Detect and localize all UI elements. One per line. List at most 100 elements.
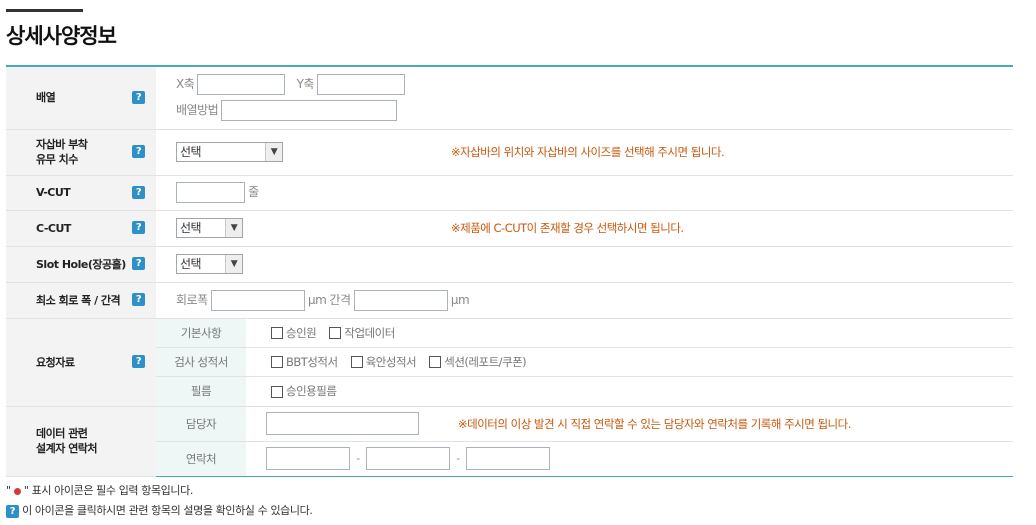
- help-icon[interactable]: ?: [132, 221, 145, 234]
- required-legend: " " 표시 아이콘은 필수 입력 항목입니다.: [6, 482, 193, 498]
- help-icon[interactable]: ?: [132, 145, 145, 158]
- row-header: 최소 회로 폭 / 간격 ?: [6, 282, 156, 319]
- row-circuit: 최소 회로 폭 / 간격 ? 회로폭 μm 간격 μm: [6, 282, 1013, 319]
- row-value: X축 Y축 배열방법: [156, 66, 1013, 130]
- circuit-width-input[interactable]: [210, 289, 305, 311]
- required-dot-icon: [13, 487, 21, 495]
- help-legend: ? 이 아이콘을 클릭하시면 관련 항목의 설명을 확인하실 수 있습니다.: [6, 502, 313, 518]
- row-label: 요청자료: [36, 355, 75, 369]
- checkbox-work-data[interactable]: 작업데이터: [329, 325, 395, 340]
- checkbox-label: 육안성적서: [365, 354, 417, 369]
- row-designer-manager: 데이터 관련 설계자 연락처 담당자 ※데이터의 이상 발견 시 직접 연락할 …: [6, 406, 1013, 477]
- x-axis-input[interactable]: [197, 74, 286, 96]
- help-icon[interactable]: ?: [132, 355, 145, 368]
- row-vcut: V-CUT ? 줄: [6, 175, 1013, 211]
- row-array: 배열 ? X축 Y축 배열방법: [6, 66, 1013, 130]
- checkbox-label: BBT성적서: [286, 354, 338, 369]
- phone-separator: -: [356, 451, 360, 465]
- help-icon[interactable]: ?: [132, 293, 145, 306]
- y-axis-input[interactable]: [317, 74, 406, 96]
- x-axis-label: X축: [176, 77, 195, 92]
- sub-label-basic: 기본사항: [156, 318, 246, 348]
- row-designer-contact: 연락처 - -: [6, 441, 1013, 476]
- row-value: 선택 ▼: [156, 246, 1013, 283]
- row-header: V-CUT ?: [6, 175, 156, 211]
- checkbox-bbt[interactable]: BBT성적서: [271, 355, 338, 369]
- row-label-line1: 데이터 관련: [36, 427, 88, 440]
- checkbox-section[interactable]: 섹션(레포트/쿠폰): [429, 355, 527, 369]
- checkbox-box[interactable]: [329, 327, 342, 339]
- checkbox-approval-film[interactable]: 승인용필름: [271, 384, 337, 398]
- row-slot-hole: Slot Hole(장공홀) ? 선택 ▼: [6, 246, 1013, 283]
- array-method-label: 배열방법: [176, 103, 219, 118]
- page-title: 상세사양정보: [6, 24, 117, 48]
- circuit-gap-unit: μm: [450, 292, 470, 307]
- checkbox-box[interactable]: [271, 327, 283, 339]
- chevron-down-icon: ▼: [225, 219, 242, 237]
- vcut-unit: 줄: [248, 185, 259, 199]
- slot-select-value: 선택: [180, 257, 202, 271]
- circuit-width-label: 회로폭: [176, 292, 208, 307]
- legend-prefix: ": [6, 484, 11, 497]
- sub-label-report: 검사 성적서: [156, 347, 246, 377]
- ccut-select-value: 선택: [180, 221, 202, 235]
- checkbox-visual[interactable]: 육안성적서: [350, 354, 417, 369]
- circuit-gap-label: 간격: [329, 292, 351, 307]
- checkbox-label: 승인원: [286, 325, 317, 340]
- help-icon[interactable]: ?: [132, 185, 145, 199]
- row-header: 요청자료 ?: [6, 318, 156, 407]
- report-options: BBT성적서 육안성적서 섹션(레포트/쿠폰): [246, 347, 1013, 377]
- help-icon[interactable]: ?: [132, 257, 145, 270]
- checkbox-box[interactable]: [271, 385, 283, 398]
- sub-label-film: 필름: [156, 376, 246, 407]
- row-header: 배열 ?: [6, 66, 156, 130]
- phone-input-2[interactable]: [365, 447, 450, 470]
- row-label: Slot Hole(장공홀): [36, 257, 126, 271]
- manager-cell: ※데이터의 이상 발견 시 직접 연락할 수 있는 담당자와 연락처를 기록해 …: [246, 406, 1013, 442]
- basic-options: 승인원 작업데이터: [246, 318, 1013, 348]
- row-label: 최소 회로 폭 / 간격: [36, 293, 121, 307]
- checkbox-box[interactable]: [350, 356, 363, 368]
- row-header: 데이터 관련 설계자 연락처: [6, 406, 156, 477]
- row-label: 배열: [36, 91, 56, 105]
- row-value: 줄: [156, 175, 1013, 211]
- chevron-down-icon: ▼: [225, 255, 242, 273]
- manager-input[interactable]: [266, 412, 419, 435]
- title-accent-bar: [6, 9, 83, 12]
- row-request-basic: 요청자료 ? 기본사항 승인원 작업데이터: [6, 318, 1013, 407]
- circuit-width-unit: μm: [307, 292, 327, 307]
- sub-label-contact: 연락처: [156, 441, 246, 476]
- checkbox-label: 작업데이터: [344, 325, 395, 340]
- row-value: 회로폭 μm 간격 μm: [156, 282, 1013, 319]
- vcut-input[interactable]: [176, 182, 245, 203]
- array-method-input[interactable]: [221, 100, 398, 122]
- y-axis-label: Y축: [296, 77, 315, 92]
- contact-cell: - -: [246, 441, 1013, 476]
- sub-label-manager: 담당자: [156, 406, 246, 442]
- help-icon[interactable]: ?: [132, 90, 145, 104]
- spec-form-table: 배열 ? X축 Y축 배열방법 자삽바 부착 유무 치수 ? 선택 ▼ ※자삽바…: [6, 65, 1013, 477]
- row-insert-bar: 자삽바 부착 유무 치수 ? 선택 ▼ ※자삽바의 위치와 자삽바의 사이즈를 …: [6, 129, 1013, 176]
- circuit-gap-input[interactable]: [353, 289, 448, 311]
- chevron-down-icon: ▼: [265, 143, 282, 161]
- row-request-film: 필름 승인용필름: [6, 376, 1013, 407]
- ccut-select[interactable]: 선택 ▼: [176, 218, 243, 238]
- checkbox-box[interactable]: [271, 356, 283, 368]
- row-header: 자삽바 부착 유무 치수 ?: [6, 129, 156, 176]
- row-header: C-CUT ?: [6, 210, 156, 247]
- ccut-note: ※제품에 C-CUT이 존재할 경우 선택하시면 됩니다.: [451, 221, 684, 235]
- phone-input-3[interactable]: [465, 447, 550, 470]
- row-ccut: C-CUT ? 선택 ▼ ※제품에 C-CUT이 존재할 경우 선택하시면 됩니…: [6, 210, 1013, 247]
- row-value: 선택 ▼ ※자삽바의 위치와 자삽바의 사이즈를 선택해 주시면 됩니다.: [156, 129, 1013, 176]
- bar-select[interactable]: 선택 ▼: [176, 142, 283, 162]
- checkbox-approval[interactable]: 승인원: [271, 325, 317, 340]
- phone-input-1[interactable]: [266, 447, 350, 470]
- designer-note: ※데이터의 이상 발견 시 직접 연락할 수 있는 담당자와 연락처를 기록해 …: [458, 416, 851, 431]
- help-icon: ?: [6, 504, 19, 518]
- help-legend-text: 이 아이콘을 클릭하시면 관련 항목의 설명을 확인하실 수 있습니다.: [22, 504, 313, 517]
- checkbox-box[interactable]: [429, 356, 442, 368]
- row-label: C-CUT: [36, 221, 71, 235]
- legend-text: " 표시 아이콘은 필수 입력 항목입니다.: [23, 484, 193, 497]
- film-options: 승인용필름: [246, 376, 1013, 407]
- slot-select[interactable]: 선택 ▼: [176, 254, 243, 274]
